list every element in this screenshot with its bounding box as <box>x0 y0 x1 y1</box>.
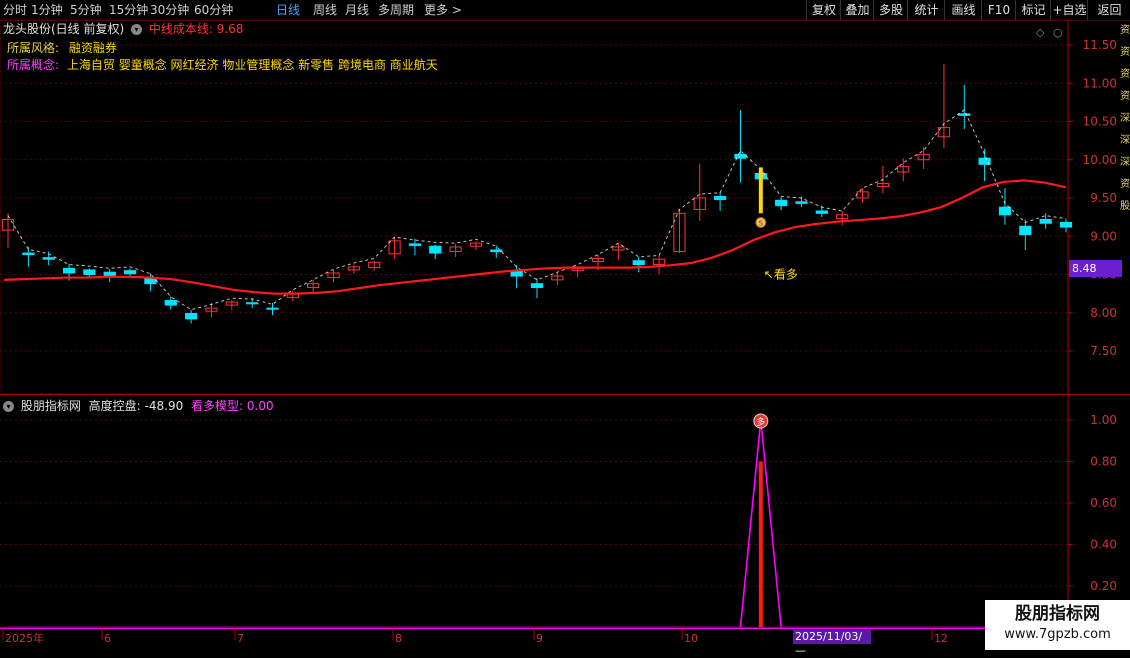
toolbar-button-8[interactable]: 返回 <box>1087 0 1130 20</box>
diamond-icon[interactable]: ◇ <box>1036 26 1045 39</box>
date-badge: 2025/11/03/— <box>793 630 871 657</box>
indicator-chart[interactable]: 1.00 0.80 0.60 0.40 0.20 多 2025年 6 7 8 9 10 12 <box>0 395 1130 650</box>
y-tick-label: 11.00 <box>1083 76 1117 90</box>
period-tab-5[interactable]: 60分钟 <box>194 2 233 18</box>
toolbar-button-0[interactable]: 复权 <box>806 0 841 20</box>
y-tick-label: 10.50 <box>1083 115 1117 129</box>
y-tick-label: 11.50 <box>1083 38 1117 52</box>
x-tick-label: 9 <box>536 632 543 645</box>
period-tab-10[interactable]: 更多 > <box>424 2 462 18</box>
toolbar-button-7[interactable]: +自选 <box>1050 0 1088 20</box>
candle-body <box>714 195 727 201</box>
x-tick-label: 10 <box>684 632 698 645</box>
x-tick-label: 8 <box>395 632 402 645</box>
candle-body <box>62 267 76 274</box>
watermark-url: www.7gpzb.com <box>1004 627 1111 642</box>
signal-marker-glyph: 多 <box>756 416 765 428</box>
candle-body <box>429 245 442 254</box>
candle-body <box>815 210 828 214</box>
candle-body <box>795 201 808 204</box>
candle-body <box>164 300 177 306</box>
sub-y-tick-label: 1.00 <box>1090 413 1117 427</box>
period-tab-4[interactable]: 30分钟 <box>150 2 189 18</box>
x-tick-label: 6 <box>104 632 111 645</box>
cost-line-series <box>3 179 1067 295</box>
toolbar-button-1[interactable]: 叠加 <box>840 0 874 20</box>
price-chart[interactable]: 11.5011.0010.5010.009.509.008.508.007.50… <box>0 20 1130 395</box>
watermark-title: 股朋指标网 <box>1015 604 1100 624</box>
period-tab-6[interactable]: 日线 <box>276 2 300 18</box>
signal-spike-fill <box>758 461 763 628</box>
period-tab-8[interactable]: 月线 <box>345 2 369 18</box>
candle-body <box>1039 218 1052 224</box>
watermark: 股朋指标网 www.7gpzb.com <box>985 600 1130 650</box>
right-strip-text: 资资资资深深深资股 <box>1120 25 1130 212</box>
y-tick-label: 7.50 <box>1090 344 1117 358</box>
main-frame <box>0 20 1069 395</box>
signal-series <box>8 419 1066 629</box>
circle-icon[interactable]: ○ <box>1053 26 1063 39</box>
y-tick-label: 9.50 <box>1090 191 1117 205</box>
price-badge: 8.48 <box>1069 260 1122 277</box>
candle-body <box>408 243 422 246</box>
candle-body <box>42 257 55 260</box>
toolbar-button-5[interactable]: F10 <box>981 0 1016 20</box>
candle-body <box>1019 225 1032 236</box>
toolbar-button-2[interactable]: 多股 <box>873 0 908 20</box>
candle-body <box>266 307 279 310</box>
candle-body <box>632 260 645 266</box>
x-tick-label: 2025年 <box>5 631 44 645</box>
x-tick-label: 7 <box>237 632 244 645</box>
y-tick-label: 10.00 <box>1083 153 1117 167</box>
candle-body <box>775 199 788 207</box>
candle-body <box>185 313 198 320</box>
sub-y-tick-label: 0.60 <box>1090 496 1117 510</box>
period-tab-0[interactable]: 分时 <box>3 2 27 18</box>
candle-body <box>123 270 137 275</box>
candle-body <box>246 302 259 305</box>
period-tab-9[interactable]: 多周期 <box>378 2 414 18</box>
period-tab-2[interactable]: 5分钟 <box>70 2 102 18</box>
toolbar-button-4[interactable]: 画线 <box>944 0 982 20</box>
x-tick-label: 12 <box>934 632 948 645</box>
sub-y-tick-label: 0.20 <box>1090 579 1117 593</box>
candle-body <box>1059 221 1073 228</box>
signal-bar <box>758 167 763 214</box>
period-tab-1[interactable]: 1分钟 <box>31 2 63 18</box>
y-tick-label: 8.00 <box>1090 306 1117 320</box>
candle-body <box>958 113 971 116</box>
candle-body <box>22 252 35 256</box>
bullish-annotation: ↖看多 <box>764 268 798 282</box>
period-tab-7[interactable]: 周线 <box>313 2 337 18</box>
y-tick-label: 9.00 <box>1090 229 1117 243</box>
candle-body <box>530 283 544 289</box>
candle-body <box>998 206 1012 216</box>
period-tab-3[interactable]: 15分钟 <box>109 2 148 18</box>
toolbar: 分时 1分钟 5分钟 15分钟 30分钟 60分钟 日线 周线 月线 多周期 更多 > 复权 叠加 多股统… <box>0 0 1130 21</box>
candle-body <box>83 269 96 276</box>
toolbar-button-6[interactable]: 标记 <box>1015 0 1051 20</box>
sub-y-tick-label: 0.80 <box>1090 455 1117 469</box>
candle-body <box>490 249 503 253</box>
sub-y-tick-label: 0.40 <box>1090 538 1117 552</box>
coin-glyph: S <box>759 219 764 227</box>
toolbar-button-3[interactable]: 统计 <box>907 0 945 20</box>
